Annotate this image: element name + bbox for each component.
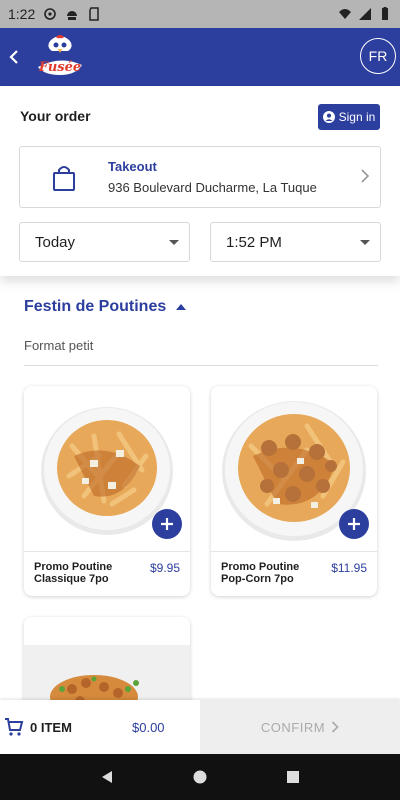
cart-total: $0.00 xyxy=(132,720,165,735)
time-select[interactable]: 1:52 PM xyxy=(210,222,381,262)
brand-logo[interactable]: Fusée xyxy=(32,33,88,81)
confirm-button[interactable]: CONFIRM xyxy=(200,700,400,754)
plus-icon xyxy=(161,518,173,530)
chevron-right-icon xyxy=(361,169,370,183)
sign-in-button[interactable]: Sign in xyxy=(318,104,380,130)
product-card[interactable]: Promo Poutine Pop-Corn 7po $11.95 xyxy=(211,386,377,596)
chevron-left-icon xyxy=(9,50,18,64)
category-title: Festin de Poutines xyxy=(24,298,167,315)
notification-icon xyxy=(44,8,57,20)
order-panel: Your order Sign in Takeout 936 Boulevard… xyxy=(0,86,400,276)
caret-up-icon xyxy=(176,304,187,310)
takeout-location-selector[interactable]: Takeout 936 Boulevard Ducharme, La Tuque xyxy=(19,146,381,208)
plus-icon xyxy=(348,518,360,530)
sd-card-icon xyxy=(89,7,99,21)
wifi-icon xyxy=(339,9,351,19)
divider xyxy=(24,365,378,366)
order-mode-label: Takeout xyxy=(108,159,157,174)
cart-summary[interactable]: 0 ITEM $0.00 xyxy=(0,700,200,754)
confirm-label: CONFIRM xyxy=(260,719,326,735)
product-card[interactable]: Promo Poutine Classique 7po $9.95 xyxy=(24,386,190,596)
order-title: Your order xyxy=(20,108,91,124)
time-value: 1:52 PM xyxy=(226,233,282,251)
status-bar: 1:22 xyxy=(0,0,400,28)
cart-bar: 0 ITEM $0.00 CONFIRM xyxy=(0,700,400,754)
signal-icon xyxy=(359,8,371,20)
back-triangle-icon[interactable] xyxy=(99,769,115,785)
language-toggle-button[interactable]: FR xyxy=(360,38,396,74)
recents-square-icon[interactable] xyxy=(285,769,301,785)
android-icon xyxy=(67,11,78,20)
chevron-right-icon xyxy=(332,721,339,733)
add-to-cart-button[interactable] xyxy=(339,509,369,539)
category-subtitle: Format petit xyxy=(24,338,94,353)
cart-item-count: 0 ITEM xyxy=(30,720,72,735)
back-button[interactable] xyxy=(2,28,26,86)
divider xyxy=(24,551,190,552)
product-name: Promo Poutine Pop-Corn 7po xyxy=(221,561,300,585)
day-value: Today xyxy=(35,233,76,251)
svg-text:Fusée: Fusée xyxy=(38,60,81,75)
status-time: 1:22 xyxy=(8,6,36,22)
cart-icon xyxy=(5,718,24,736)
product-price: $9.95 xyxy=(149,561,180,575)
app-header: Fusée FR xyxy=(0,28,400,86)
add-to-cart-button[interactable] xyxy=(152,509,182,539)
battery-icon xyxy=(382,7,388,20)
divider xyxy=(211,551,377,552)
user-circle-icon xyxy=(322,111,335,123)
sign-in-label: Sign in xyxy=(338,110,376,124)
system-nav-bar xyxy=(0,754,400,800)
caret-down-icon xyxy=(360,240,370,245)
product-name: Promo Poutine Classique 7po xyxy=(34,561,113,585)
home-circle-icon[interactable] xyxy=(192,769,208,785)
product-price: $11.95 xyxy=(331,561,367,575)
caret-down-icon xyxy=(169,240,179,245)
store-address: 936 Boulevard Ducharme, La Tuque xyxy=(108,180,317,195)
day-select[interactable]: Today xyxy=(19,222,190,262)
category-toggle[interactable]: Festin de Poutines xyxy=(24,298,187,316)
shopping-bag-icon xyxy=(53,166,75,191)
